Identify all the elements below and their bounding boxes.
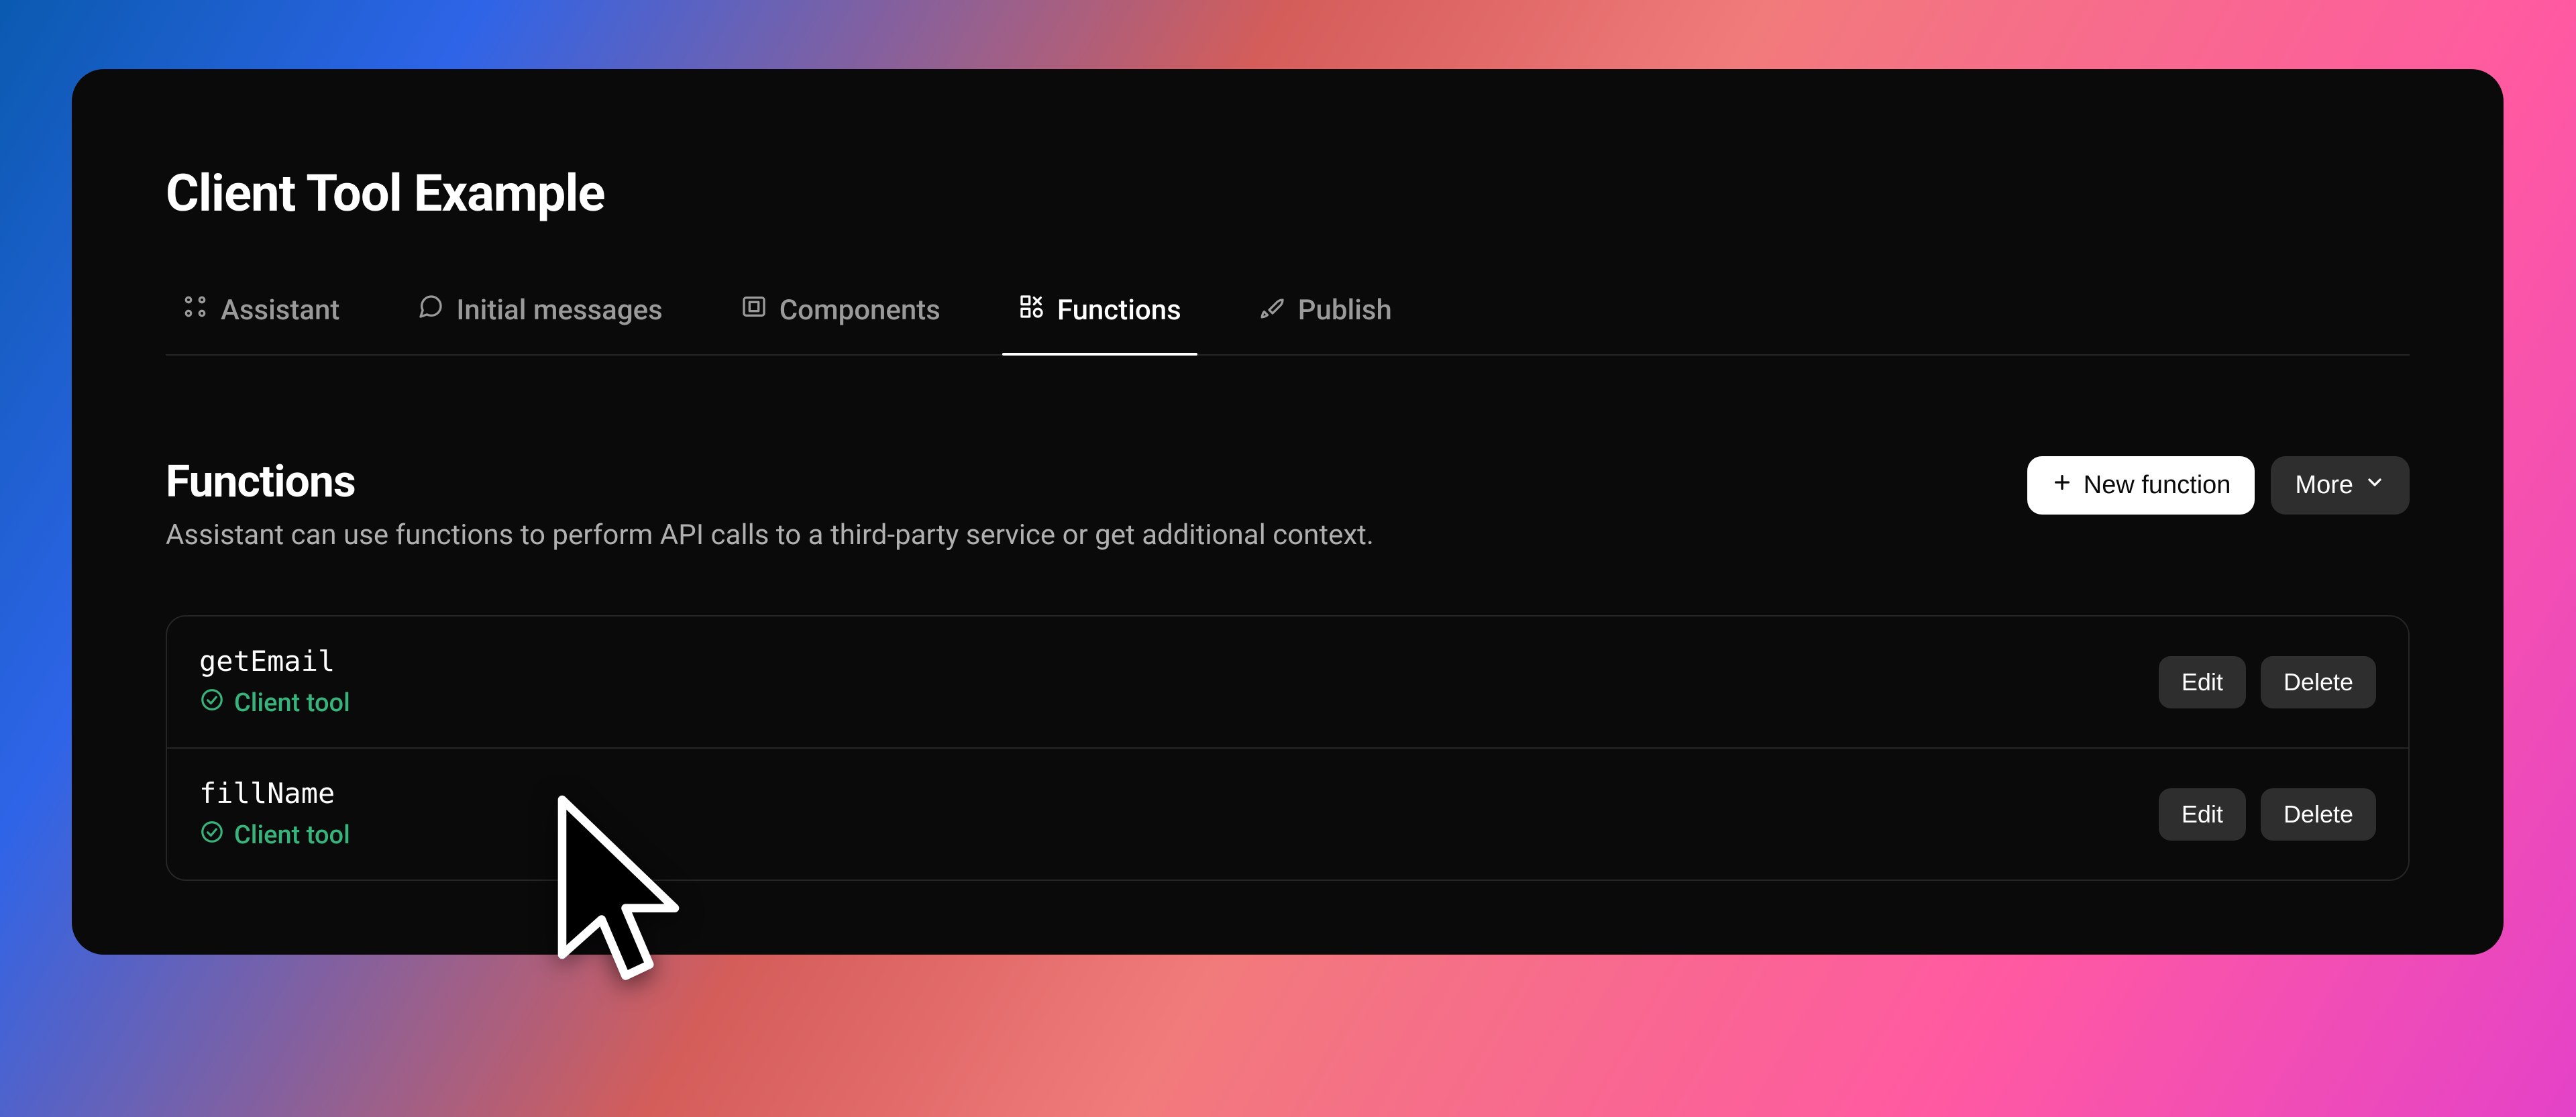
button-label: New function — [2084, 471, 2231, 500]
page-title: Client Tool Example — [166, 163, 2410, 223]
tag-label: Client tool — [234, 688, 350, 718]
tab-label: Publish — [1298, 294, 1392, 327]
tab-label: Functions — [1057, 294, 1181, 327]
function-name: getEmail — [199, 645, 350, 678]
function-row[interactable]: getEmail Client tool Edit Delete — [167, 617, 2408, 747]
tab-assistant[interactable]: Assistant — [166, 284, 356, 354]
tab-label: Assistant — [221, 294, 339, 327]
functions-list: getEmail Client tool Edit Delete fillNam… — [166, 615, 2410, 881]
function-tag: Client tool — [199, 819, 350, 851]
tab-functions[interactable]: Functions — [1002, 284, 1197, 354]
section-heading: Functions — [166, 456, 1374, 508]
tab-label: Components — [780, 294, 941, 327]
tab-initial-messages[interactable]: Initial messages — [401, 284, 678, 354]
functions-icon — [1018, 293, 1045, 327]
new-function-button[interactable]: New function — [2027, 456, 2255, 515]
rocket-icon — [1259, 293, 1286, 327]
tag-label: Client tool — [234, 820, 350, 850]
header-actions: New function More — [2027, 456, 2410, 515]
delete-button[interactable]: Delete — [2261, 788, 2376, 841]
tab-components[interactable]: Components — [724, 284, 957, 354]
tab-publish[interactable]: Publish — [1243, 284, 1408, 354]
function-tag: Client tool — [199, 687, 350, 719]
delete-button[interactable]: Delete — [2261, 656, 2376, 708]
section-header: Functions Assistant can use functions to… — [166, 456, 2410, 551]
plus-icon — [2051, 471, 2073, 500]
row-actions: Edit Delete — [2159, 656, 2376, 708]
tab-bar: Assistant Initial messages Components — [166, 284, 2410, 356]
function-name: fillName — [199, 777, 350, 810]
button-label: More — [2295, 471, 2353, 500]
chevron-down-icon — [2364, 471, 2385, 500]
tab-label: Initial messages — [456, 294, 662, 327]
edit-button[interactable]: Edit — [2159, 788, 2246, 841]
more-button[interactable]: More — [2271, 456, 2410, 515]
check-circle-icon — [199, 687, 225, 719]
layout-icon — [741, 293, 767, 327]
function-info: fillName Client tool — [199, 777, 350, 851]
config-panel: Client Tool Example Assistant Initial me… — [72, 69, 2504, 955]
chat-icon — [417, 293, 444, 327]
section-subtitle: Assistant can use functions to perform A… — [166, 519, 1374, 551]
check-circle-icon — [199, 819, 225, 851]
assistant-icon — [182, 293, 209, 327]
section-text: Functions Assistant can use functions to… — [166, 456, 1374, 551]
edit-button[interactable]: Edit — [2159, 656, 2246, 708]
function-row[interactable]: fillName Client tool Edit Delete — [167, 747, 2408, 880]
function-info: getEmail Client tool — [199, 645, 350, 719]
row-actions: Edit Delete — [2159, 788, 2376, 841]
